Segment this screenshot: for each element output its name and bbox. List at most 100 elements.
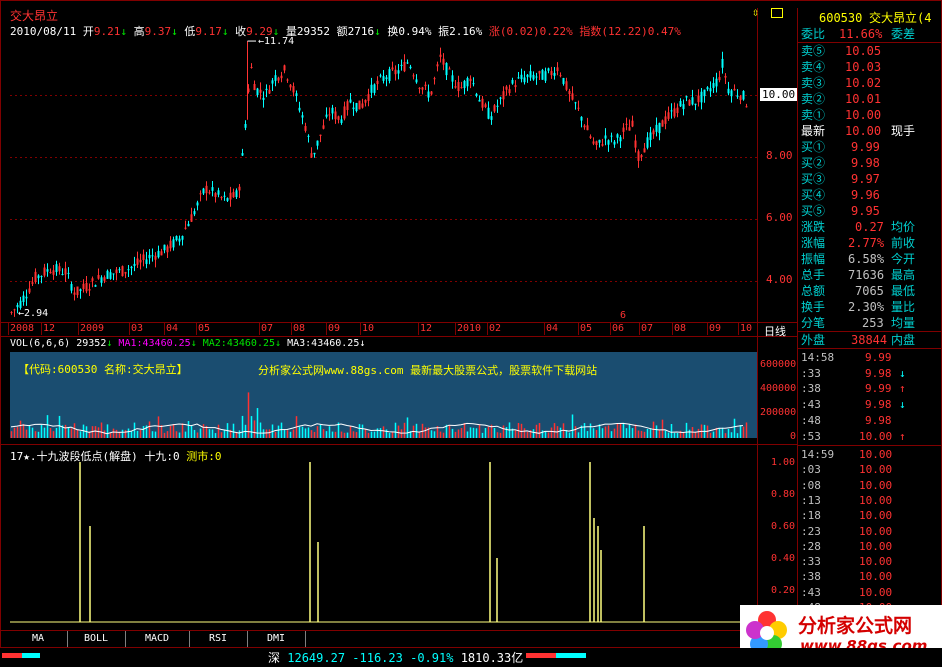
tick-row: :18 10.00	[801, 509, 893, 523]
tick-row: :48 9.98	[801, 413, 892, 427]
event-marker[interactable]: 6	[620, 310, 626, 321]
candle-body	[349, 99, 352, 103]
candle-body	[73, 292, 76, 295]
candle-body	[742, 91, 745, 100]
candle-body	[382, 76, 385, 81]
candle-body	[685, 96, 688, 98]
candle-body	[346, 101, 349, 110]
candle-body	[724, 75, 727, 78]
candle-body	[145, 259, 148, 264]
candle-body	[616, 134, 619, 138]
candle-body	[238, 186, 241, 191]
candle-body	[430, 91, 433, 95]
min-price-label: ←2.94	[18, 308, 49, 319]
candle-body	[442, 58, 445, 65]
candle-body	[484, 104, 487, 107]
candle-body	[700, 91, 703, 103]
candle-body	[397, 70, 400, 74]
time-axis-label: 10	[740, 323, 753, 334]
current-price-tag: 10.00	[760, 88, 798, 101]
candle-body	[634, 140, 637, 148]
time-axis-label: 08	[674, 323, 687, 334]
candle-body	[445, 63, 448, 76]
market-index-readout: 深 12649.27 -116.23 -0.91% 1810.33亿	[268, 651, 524, 665]
candle-body	[646, 137, 649, 148]
candle-body	[208, 192, 211, 194]
candle-body	[448, 68, 451, 70]
candle-body	[190, 214, 193, 222]
candle-body	[628, 127, 631, 131]
candle-body	[619, 137, 622, 142]
time-axis-tick	[259, 323, 260, 335]
time-axis-tick	[578, 323, 579, 335]
time-axis-tick	[164, 323, 165, 335]
tick-row: :38 9.99 ↑	[801, 382, 906, 396]
candle-body	[25, 296, 28, 299]
candle-body	[610, 135, 613, 137]
window-toggle-icon[interactable]	[771, 8, 783, 18]
candle-body	[457, 82, 460, 92]
time-axis-tick	[8, 323, 9, 335]
candle-body	[691, 97, 694, 105]
candle-body	[361, 103, 364, 108]
candle-body	[355, 103, 358, 112]
candle-body	[544, 71, 547, 81]
time-axis-tick	[639, 323, 640, 335]
candle-body	[109, 272, 112, 279]
candle-body	[121, 266, 124, 277]
candle-body	[370, 84, 373, 93]
candle-body	[193, 211, 196, 215]
candle-body	[418, 87, 421, 89]
candle-body	[304, 126, 307, 131]
indicator-axis-label: 1.00	[771, 457, 796, 468]
candle-body	[313, 152, 316, 155]
candle-body	[70, 284, 73, 291]
time-axis-tick	[455, 323, 456, 335]
tick-row: 14:58 9.99	[801, 351, 892, 364]
candle-body	[586, 125, 589, 131]
indicator-axis-label: 0.40	[771, 553, 796, 564]
candle-body	[472, 83, 475, 85]
candle-body	[280, 75, 283, 79]
candle-body	[604, 135, 607, 139]
candle-body	[13, 309, 16, 311]
candle-body	[223, 195, 226, 197]
candlesticks	[10, 40, 748, 317]
time-axis-label: 04	[166, 323, 179, 334]
candle-body	[379, 75, 382, 77]
time-axis-label: 09	[328, 323, 341, 334]
candle-body	[160, 251, 163, 256]
bid-row: 买① 9.99	[801, 140, 880, 154]
candle-body	[202, 188, 205, 194]
ask-row: 卖⑤ 10.05	[801, 44, 882, 58]
candle-body	[511, 79, 514, 84]
candle-body	[43, 267, 46, 276]
period-label[interactable]: 日线	[764, 323, 786, 339]
max-price-label: ←11.74	[258, 36, 295, 47]
candle-body	[463, 80, 466, 89]
lock-icon[interactable]: ⇳	[752, 5, 759, 19]
candle-body	[115, 269, 118, 274]
candle-body	[283, 65, 286, 71]
candle-body	[31, 282, 34, 284]
candle-body	[28, 288, 31, 293]
candle-body	[556, 67, 559, 72]
time-axis-tick	[196, 323, 197, 335]
candle-body	[676, 107, 679, 114]
tick-row: :33 9.98 ↓	[801, 366, 906, 380]
candle-body	[583, 125, 586, 128]
candle-body	[259, 89, 262, 93]
candle-body	[100, 277, 103, 283]
candle-body	[262, 97, 265, 100]
tick-row: :13 10.00	[801, 493, 893, 507]
ask-row: 卖② 10.01	[801, 92, 882, 106]
candle-body	[475, 93, 478, 96]
time-axis-tick	[418, 323, 419, 335]
candle-body	[277, 77, 280, 81]
candle-body	[715, 78, 718, 87]
volume-overlay-code: 【代码:600530 名称:交大昂立】	[18, 363, 188, 376]
stat-row: 涨跌 0.27 均价	[801, 220, 916, 234]
candle-body	[340, 119, 343, 124]
candle-body	[67, 272, 70, 274]
tick-row: :38 10.00	[801, 570, 893, 584]
